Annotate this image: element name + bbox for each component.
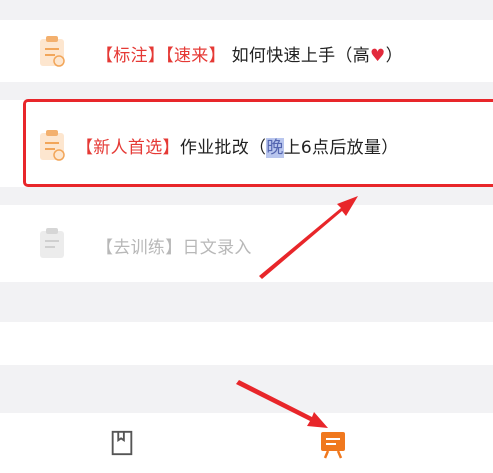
task-item-onboarding[interactable]: 【标注】【速来】 如何快速上手（高♥） bbox=[0, 20, 493, 82]
task-title: 【标注】【速来】 如何快速上手（高♥） bbox=[96, 41, 403, 66]
row-divider bbox=[0, 187, 493, 205]
clipboard-icon bbox=[40, 36, 65, 67]
book-icon[interactable] bbox=[108, 429, 136, 457]
bottom-nav bbox=[0, 413, 493, 473]
task-item-japanese-input[interactable]: 【去训练】日文录入 bbox=[0, 205, 493, 282]
annotation-highlight-box bbox=[23, 99, 493, 187]
section-divider bbox=[0, 282, 493, 322]
task-title: 【去训练】日文录入 bbox=[96, 238, 252, 258]
task-board-icon[interactable] bbox=[318, 429, 348, 459]
task-title-text: 如何快速上手（高 bbox=[231, 46, 371, 66]
row-divider bbox=[0, 82, 493, 100]
task-tag: 【标注】【速来】 bbox=[96, 46, 226, 66]
top-divider bbox=[0, 0, 493, 20]
section-divider bbox=[0, 365, 493, 413]
clipboard-icon bbox=[40, 228, 64, 258]
task-title-close: ） bbox=[385, 46, 403, 66]
heart-icon: ♥ bbox=[370, 46, 386, 66]
